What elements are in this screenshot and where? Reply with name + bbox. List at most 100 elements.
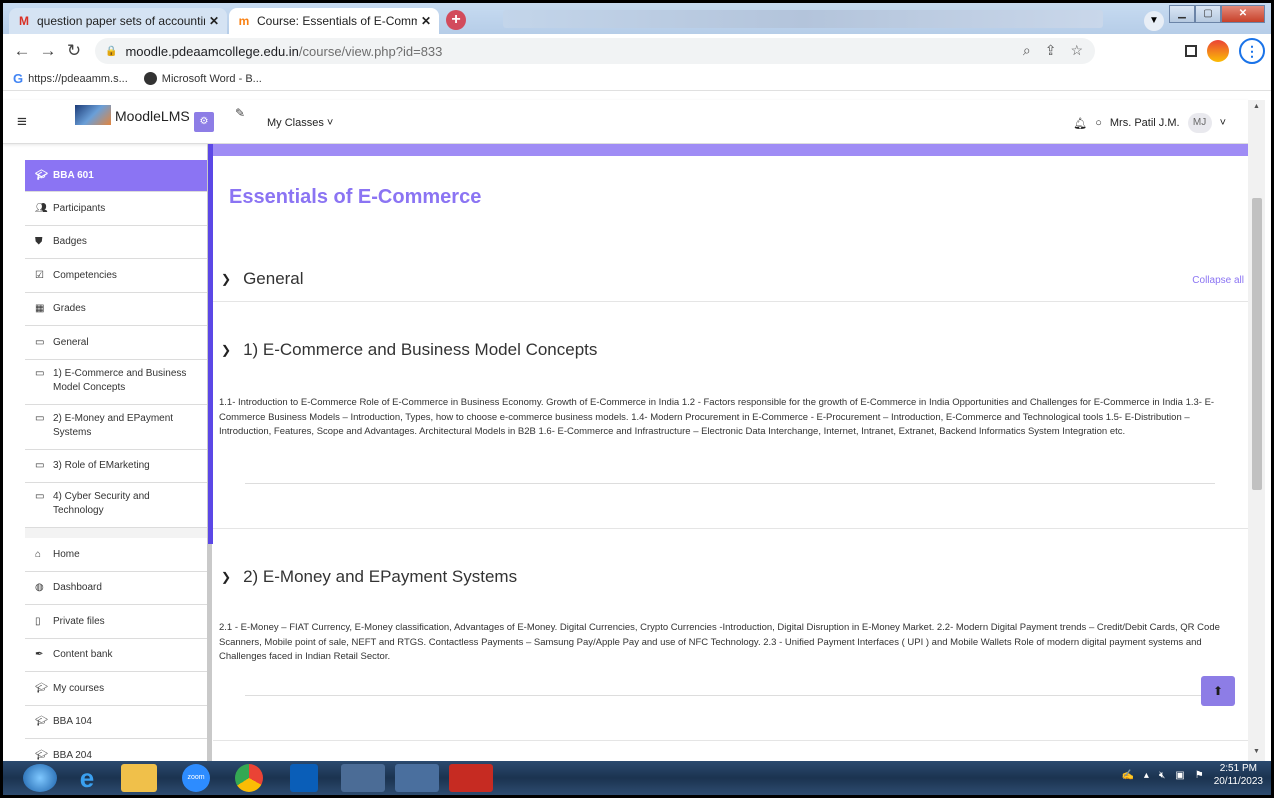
sidebar-item-competencies[interactable]: ☑ Competencies xyxy=(25,259,207,293)
chevron-down-icon[interactable]: ❯ xyxy=(221,343,231,357)
sidebar-item-label: BBA 204 xyxy=(53,749,92,761)
menu-icon[interactable]: ⋮ xyxy=(1239,38,1265,64)
chevron-down-icon[interactable]: ▼ xyxy=(1144,11,1164,31)
sidebar-item-bba-601[interactable]: 🎓︎ BBA 601 xyxy=(25,160,207,192)
sidebar-item-label: Content bank xyxy=(53,649,113,661)
explorer-icon[interactable] xyxy=(121,764,157,792)
moodle-icon: m xyxy=(238,14,250,28)
chevron-down-icon[interactable]: ❯ xyxy=(221,570,231,584)
address-bar[interactable]: 🔒 moodle.pdeaamcollege.edu.in/course/vie… xyxy=(95,38,1095,64)
sidebar-item-bba-104[interactable]: 🎓︎ BBA 104 xyxy=(25,705,207,739)
sidebar-item-section-4[interactable]: ▭ 4) Cyber Security and Technology xyxy=(25,483,207,528)
close-window-button[interactable]: ✕ xyxy=(1221,5,1265,23)
sidebar-item-participants[interactable]: 👥︎ Participants xyxy=(25,192,207,226)
section-title[interactable]: ❯ 2) E-Money and EPayment Systems xyxy=(221,567,517,587)
sidebar-item-badges[interactable]: ⛊ Badges xyxy=(25,225,207,259)
sidebar-item-label: 1) E-Commerce and Business Model Concept… xyxy=(53,367,187,393)
chat-icon[interactable]: ○ xyxy=(1095,117,1102,129)
volume-icon[interactable]: 🔇︎ xyxy=(1159,770,1165,781)
cog-icon[interactable]: ⚙ xyxy=(194,112,214,132)
sidebar-item-label: Competencies xyxy=(53,269,117,281)
close-tab-icon[interactable]: ✕ xyxy=(209,14,219,28)
site-logo[interactable] xyxy=(75,105,111,125)
back-arrow-icon[interactable]: ← xyxy=(9,41,35,61)
network-icon[interactable]: ▣ xyxy=(1175,770,1184,781)
bell-icon[interactable]: 🔔︎ xyxy=(1073,117,1087,130)
browser-tab-strip: M question paper sets of accounting ✕ m … xyxy=(3,3,1271,34)
section-title[interactable]: ❯ 1) E-Commerce and Business Model Conce… xyxy=(221,340,597,360)
close-tab-icon[interactable]: ✕ xyxy=(421,14,431,28)
sidebar-item-grades[interactable]: ▦ Grades xyxy=(25,292,207,326)
google-icon: G xyxy=(13,71,24,86)
page-title: Essentials of E-Commerce xyxy=(229,186,482,208)
sidebar-item-content-bank[interactable]: ✒ Content bank xyxy=(25,638,207,672)
sidebar-item-label: 3) Role of EMarketing xyxy=(53,460,150,472)
tab-title: Course: Essentials of E-Commerce xyxy=(257,14,417,28)
sidebar-item-label: Dashboard xyxy=(53,582,102,594)
pen-tablet-icon[interactable]: ✍ xyxy=(1121,770,1133,781)
star-icon[interactable]: ☆ xyxy=(1070,42,1083,59)
collapse-all-link[interactable]: Collapse all xyxy=(1192,275,1244,286)
chevron-right-icon[interactable]: ❯ xyxy=(221,272,231,286)
zoom-icon[interactable]: ⌕ xyxy=(1023,42,1031,59)
scroll-up-arrow-icon[interactable]: ▲ xyxy=(1253,103,1260,110)
sidebar-divider xyxy=(25,528,207,538)
forward-arrow-icon[interactable]: → xyxy=(35,41,61,61)
side-panel-icon[interactable] xyxy=(1185,45,1197,57)
sidebar-item-private-files[interactable]: ▯ Private files xyxy=(25,605,207,639)
sidebar-item-section-2[interactable]: ▭ 2) E-Money and EPayment Systems xyxy=(25,404,207,450)
graduation-cap-icon: 🎓︎ xyxy=(35,682,48,694)
file-icon: ▯ xyxy=(35,615,41,627)
bookmark-word[interactable]: Microsoft Word - B... xyxy=(143,72,262,85)
chrome-app-icon[interactable] xyxy=(341,764,385,792)
outlook-icon[interactable] xyxy=(290,764,318,792)
sidebar-item-dashboard[interactable]: ◍ Dashboard xyxy=(25,571,207,605)
edit-icon[interactable]: ✎ xyxy=(235,106,245,120)
globe-icon xyxy=(143,72,157,85)
section-divider xyxy=(245,695,1215,696)
course-index-sidebar: 🎓︎ BBA 601 👥︎ Participants ⛊ Badges ☑ Compet… xyxy=(25,160,207,773)
maximize-button[interactable]: ▢ xyxy=(1195,5,1221,23)
flag-icon[interactable]: ⚑ xyxy=(1195,770,1204,781)
new-tab-button[interactable]: + xyxy=(446,10,466,30)
scroll-down-arrow-icon[interactable]: ▼ xyxy=(1253,748,1260,755)
url-host: moodle.pdeaamcollege.edu.in xyxy=(125,43,299,59)
profile-avatar[interactable] xyxy=(1207,40,1229,62)
sidebar-item-general[interactable]: ▭ General xyxy=(25,326,207,360)
user-name[interactable]: Mrs. Patil J.M. xyxy=(1110,117,1180,129)
site-brand[interactable]: MoodleLMS xyxy=(115,108,190,124)
sidebar-item-section-3[interactable]: ▭ 3) Role of EMarketing xyxy=(25,449,207,483)
chevron-down-icon[interactable]: ˅ xyxy=(1220,117,1226,129)
bookmark-label: Microsoft Word - B... xyxy=(161,72,262,85)
clock[interactable]: 2:51 PM 20/11/2023 xyxy=(1214,763,1263,788)
zoom-icon[interactable]: zoom xyxy=(182,764,210,792)
sidebar-item-label: Participants xyxy=(53,202,106,214)
tab-gmail[interactable]: M question paper sets of accounting ✕ xyxy=(9,8,227,34)
scroll-to-top-button[interactable]: ⬆ xyxy=(1201,676,1235,706)
section-title[interactable]: ❯ General xyxy=(221,269,304,289)
minimize-button[interactable]: ▁ xyxy=(1169,5,1195,23)
chrome-icon[interactable] xyxy=(235,764,263,792)
tray-arrow-icon[interactable]: ▴ xyxy=(1144,770,1149,781)
start-button[interactable] xyxy=(23,764,57,792)
tab-course[interactable]: m Course: Essentials of E-Commerce ✕ xyxy=(229,8,439,34)
sidebar-item-section-1[interactable]: ▭ 1) E-Commerce and Business Model Concep… xyxy=(25,359,207,405)
share-icon[interactable]: ⇪ xyxy=(1045,42,1057,59)
lock-icon: 🔒 xyxy=(105,45,118,57)
my-classes-menu[interactable]: My Classes ˅ xyxy=(267,117,333,129)
browser-toolbar: ← → ↻ 🔒 moodle.pdeaamcollege.edu.in/cour… xyxy=(3,34,1271,67)
screen: M question paper sets of accounting ✕ m … xyxy=(3,3,1271,795)
moodle-navbar: ≡ MoodleLMS ⚙ ✎ My Classes ˅ 🔔︎ ○ Mrs. P… xyxy=(3,100,1248,144)
word-icon[interactable] xyxy=(395,764,439,792)
bookmark-pdeaamm[interactable]: G https://pdeaamm.s... xyxy=(13,71,128,86)
acrobat-icon[interactable] xyxy=(449,764,493,792)
page-scroll-thumb[interactable] xyxy=(1252,198,1262,490)
sidebar-item-home[interactable]: ⌂ Home xyxy=(25,538,207,572)
avatar[interactable]: MJ xyxy=(1187,113,1212,133)
hamburger-menu-icon[interactable]: ≡ xyxy=(17,112,27,132)
reload-icon[interactable]: ↻ xyxy=(61,41,87,61)
sidebar-item-my-courses[interactable]: 🎓︎ My courses xyxy=(25,672,207,706)
bookmark-label: https://pdeaamm.s... xyxy=(28,72,128,85)
internet-explorer-icon[interactable]: e xyxy=(67,764,107,792)
home-icon: ⌂ xyxy=(35,548,42,560)
